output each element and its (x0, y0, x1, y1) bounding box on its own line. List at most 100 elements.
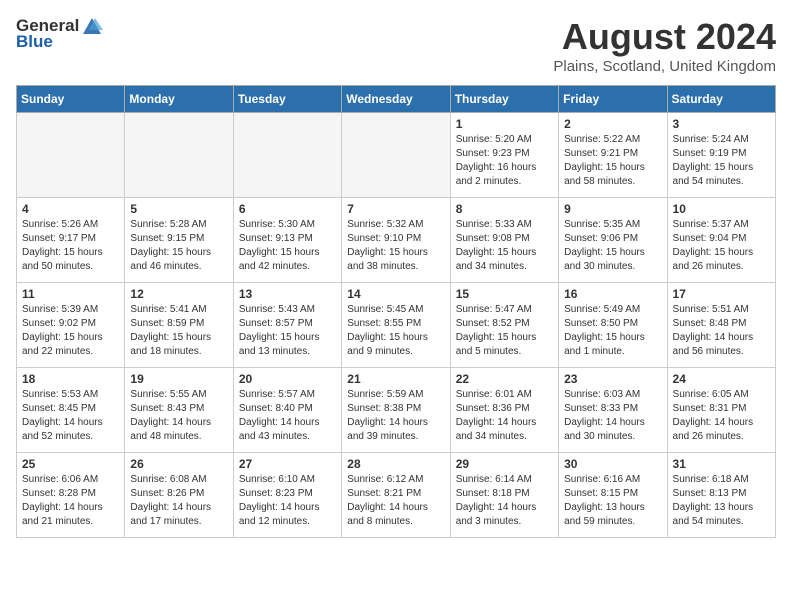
calendar-cell: 18 Sunrise: 5:53 AMSunset: 8:45 PMDayligh… (17, 368, 125, 453)
day-number: 4 (22, 202, 119, 216)
calendar-cell: 26Sunrise: 6:08 AMSunset: 8:26 PMDayligh… (125, 453, 233, 538)
day-info: Sunrise: 6:03 AMSunset: 8:33 PMDaylight:… (564, 388, 661, 444)
day-info: Sunrise: 6:01 AMSunset: 8:36 PMDaylight:… (456, 388, 553, 444)
day-info: Sunrise: 5:51 AMSunset: 8:48 PMDaylight:… (673, 303, 770, 359)
day-number: 29 (456, 457, 553, 471)
day-info: Sunrise: 5:26 AMSunset: 9:17 PMDaylight:… (22, 218, 119, 274)
day-info: Sunrise: 5:57 AMSunset: 8:40 PMDaylight:… (239, 388, 336, 444)
calendar-week-row: 4 Sunrise: 5:26 AMSunset: 9:17 PMDaylight… (17, 198, 776, 283)
calendar-cell (125, 113, 233, 198)
calendar-header-row: Sunday Monday Tuesday Wednesday Thursday… (17, 86, 776, 113)
calendar-table: Sunday Monday Tuesday Wednesday Thursday… (16, 85, 776, 538)
page-subtitle: Plains, Scotland, United Kingdom (553, 58, 776, 75)
day-info: Sunrise: 5:35 AMSunset: 9:06 PMDaylight:… (564, 218, 661, 274)
calendar-cell: 7 Sunrise: 5:32 AMSunset: 9:10 PMDaylight… (342, 198, 450, 283)
calendar-week-row: 18 Sunrise: 5:53 AMSunset: 8:45 PMDayligh… (17, 368, 776, 453)
day-info: Sunrise: 5:53 AMSunset: 8:45 PMDaylight:… (22, 388, 119, 444)
logo: General Blue (16, 16, 103, 52)
day-number: 16 (564, 287, 661, 301)
day-number: 5 (130, 202, 227, 216)
calendar-cell: 16 Sunrise: 5:49 AMSunset: 8:50 PMDayligh… (559, 283, 667, 368)
day-number: 23 (564, 372, 661, 386)
calendar-cell: 28 Sunrise: 6:12 AMSunset: 8:21 PMDayligh… (342, 453, 450, 538)
day-info: Sunrise: 5:37 AMSunset: 9:04 PMDaylight:… (673, 218, 770, 274)
calendar-cell: 8 Sunrise: 5:33 AMSunset: 9:08 PMDaylight… (450, 198, 558, 283)
calendar-cell: 4 Sunrise: 5:26 AMSunset: 9:17 PMDaylight… (17, 198, 125, 283)
day-number: 30 (564, 457, 661, 471)
calendar-cell: 29 Sunrise: 6:14 AMSunset: 8:18 PMDayligh… (450, 453, 558, 538)
day-info: Sunrise: 5:41 AMSunset: 8:59 PMDaylight:… (130, 303, 227, 359)
day-number: 12 (130, 287, 227, 301)
day-info: Sunrise: 5:49 AMSunset: 8:50 PMDaylight:… (564, 303, 661, 359)
day-number: 14 (347, 287, 444, 301)
calendar-cell: 15 Sunrise: 5:47 AMSunset: 8:52 PMDayligh… (450, 283, 558, 368)
day-number: 19 (130, 372, 227, 386)
calendar-cell: 12 Sunrise: 5:41 AMSunset: 8:59 PMDayligh… (125, 283, 233, 368)
day-info: Sunrise: 5:20 AMSunset: 9:23 PMDaylight:… (456, 133, 553, 189)
day-number: 6 (239, 202, 336, 216)
page-title: August 2024 (553, 16, 776, 58)
day-number: 24 (673, 372, 770, 386)
calendar-cell: 11 Sunrise: 5:39 AMSunset: 9:02 PMDayligh… (17, 283, 125, 368)
calendar-cell: 27 Sunrise: 6:10 AMSunset: 8:23 PMDayligh… (233, 453, 341, 538)
day-info: Sunrise: 6:18 AMSunset: 8:13 PMDaylight:… (673, 473, 770, 529)
day-info: Sunrise: 5:55 AMSunset: 8:43 PMDaylight:… (130, 388, 227, 444)
col-sunday: Sunday (17, 86, 125, 113)
calendar-cell (342, 113, 450, 198)
calendar-cell: 1 Sunrise: 5:20 AMSunset: 9:23 PMDaylight… (450, 113, 558, 198)
day-number: 1 (456, 117, 553, 131)
page-header: General Blue August 2024 Plains, Scotlan… (16, 16, 776, 75)
col-thursday: Thursday (450, 86, 558, 113)
calendar-cell: 23 Sunrise: 6:03 AMSunset: 8:33 PMDayligh… (559, 368, 667, 453)
day-number: 25 (22, 457, 119, 471)
col-wednesday: Wednesday (342, 86, 450, 113)
calendar-cell: 13Sunrise: 5:43 AMSunset: 8:57 PMDayligh… (233, 283, 341, 368)
calendar-cell: 25 Sunrise: 6:06 AMSunset: 8:28 PMDayligh… (17, 453, 125, 538)
day-number: 8 (456, 202, 553, 216)
day-info: Sunrise: 5:45 AMSunset: 8:55 PMDaylight:… (347, 303, 444, 359)
day-info: Sunrise: 5:47 AMSunset: 8:52 PMDaylight:… (456, 303, 553, 359)
day-info: Sunrise: 5:32 AMSunset: 9:10 PMDaylight:… (347, 218, 444, 274)
calendar-cell: 19 Sunrise: 5:55 AMSunset: 8:43 PMDayligh… (125, 368, 233, 453)
calendar-week-row: 11 Sunrise: 5:39 AMSunset: 9:02 PMDayligh… (17, 283, 776, 368)
day-number: 7 (347, 202, 444, 216)
day-number: 20 (239, 372, 336, 386)
calendar-week-row: 1 Sunrise: 5:20 AMSunset: 9:23 PMDaylight… (17, 113, 776, 198)
day-info: Sunrise: 6:10 AMSunset: 8:23 PMDaylight:… (239, 473, 336, 529)
day-info: Sunrise: 6:05 AMSunset: 8:31 PMDaylight:… (673, 388, 770, 444)
calendar-cell: 14 Sunrise: 5:45 AMSunset: 8:55 PMDayligh… (342, 283, 450, 368)
day-info: Sunrise: 5:33 AMSunset: 9:08 PMDaylight:… (456, 218, 553, 274)
day-info: Sunrise: 5:39 AMSunset: 9:02 PMDaylight:… (22, 303, 119, 359)
calendar-week-row: 25 Sunrise: 6:06 AMSunset: 8:28 PMDayligh… (17, 453, 776, 538)
day-info: Sunrise: 6:12 AMSunset: 8:21 PMDaylight:… (347, 473, 444, 529)
calendar-cell: 3Sunrise: 5:24 AMSunset: 9:19 PMDaylight… (667, 113, 775, 198)
day-number: 28 (347, 457, 444, 471)
day-info: Sunrise: 5:22 AMSunset: 9:21 PMDaylight:… (564, 133, 661, 189)
calendar-cell: 31Sunrise: 6:18 AMSunset: 8:13 PMDayligh… (667, 453, 775, 538)
calendar-cell (17, 113, 125, 198)
logo-icon (81, 16, 103, 36)
day-number: 27 (239, 457, 336, 471)
day-info: Sunrise: 6:14 AMSunset: 8:18 PMDaylight:… (456, 473, 553, 529)
day-number: 11 (22, 287, 119, 301)
day-info: Sunrise: 6:16 AMSunset: 8:15 PMDaylight:… (564, 473, 661, 529)
calendar-cell: 24 Sunrise: 6:05 AMSunset: 8:31 PMDayligh… (667, 368, 775, 453)
col-friday: Friday (559, 86, 667, 113)
col-monday: Monday (125, 86, 233, 113)
day-number: 10 (673, 202, 770, 216)
day-number: 13 (239, 287, 336, 301)
day-number: 15 (456, 287, 553, 301)
calendar-cell: 6Sunrise: 5:30 AMSunset: 9:13 PMDaylight… (233, 198, 341, 283)
title-area: August 2024 Plains, Scotland, United Kin… (553, 16, 776, 75)
day-number: 3 (673, 117, 770, 131)
calendar-cell: 10 Sunrise: 5:37 AMSunset: 9:04 PMDayligh… (667, 198, 775, 283)
day-info: Sunrise: 6:06 AMSunset: 8:28 PMDaylight:… (22, 473, 119, 529)
day-number: 22 (456, 372, 553, 386)
day-number: 17 (673, 287, 770, 301)
day-number: 26 (130, 457, 227, 471)
calendar-cell: 30 Sunrise: 6:16 AMSunset: 8:15 PMDayligh… (559, 453, 667, 538)
day-number: 18 (22, 372, 119, 386)
calendar-cell (233, 113, 341, 198)
day-number: 2 (564, 117, 661, 131)
day-number: 9 (564, 202, 661, 216)
